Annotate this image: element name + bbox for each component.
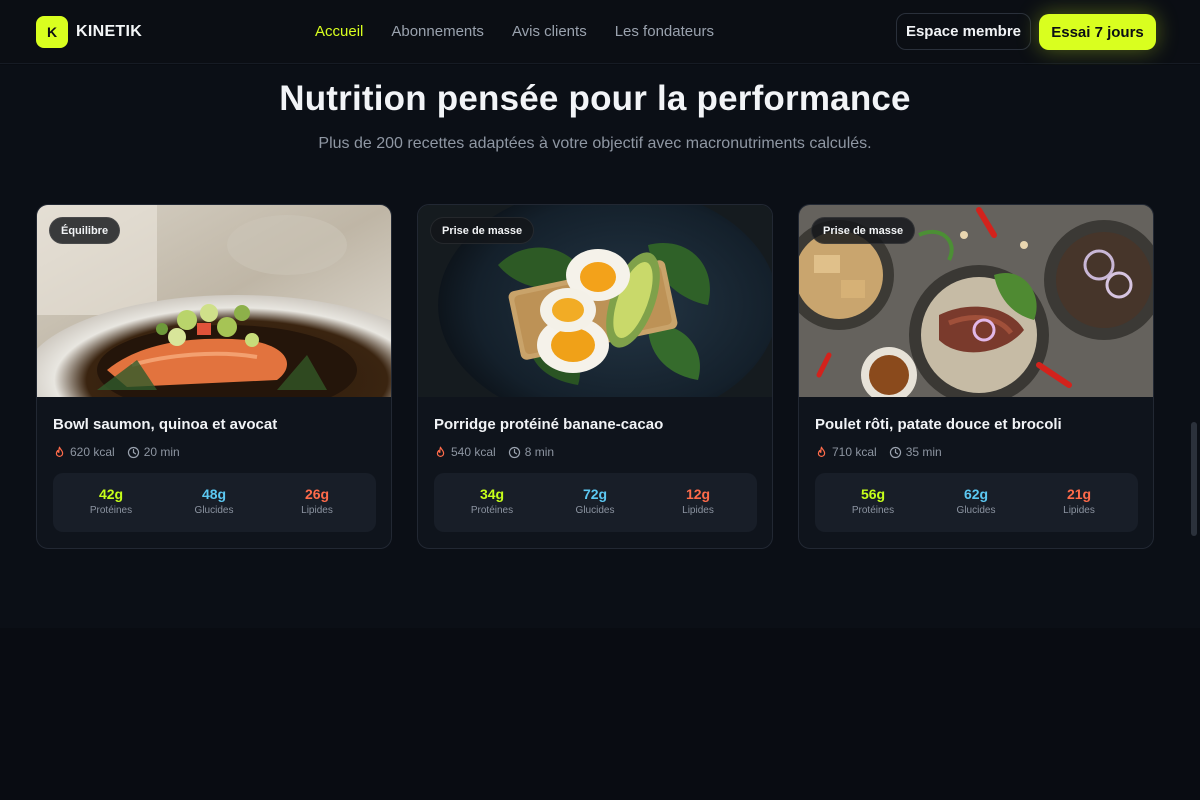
recipe-meta: 710 kcal 35 min bbox=[815, 445, 942, 459]
macro-proteins-label: Protéines bbox=[470, 505, 514, 516]
recipe-duration: 8 min bbox=[524, 445, 555, 459]
flame-icon bbox=[53, 446, 66, 459]
macro-fats: 12g Lipides bbox=[648, 486, 748, 516]
recipe-meta: 540 kcal 8 min bbox=[434, 445, 554, 459]
macro-fats-label: Lipides bbox=[1063, 505, 1095, 516]
recipe-goal-badge: Prise de masse bbox=[811, 217, 916, 244]
macro-carbs-label: Glucides bbox=[194, 505, 234, 516]
macro-proteins-value: 42g bbox=[98, 486, 124, 502]
clock-icon bbox=[508, 446, 521, 459]
flame-icon bbox=[815, 446, 828, 459]
recipe-card[interactable]: Équilibre Bowl saumon, quinoa et avocat … bbox=[36, 204, 392, 549]
macro-fats: 21g Lipides bbox=[1029, 486, 1129, 516]
nav-item-fondateurs[interactable]: Les fondateurs bbox=[615, 23, 714, 40]
macro-proteins: 34g Protéines bbox=[442, 486, 542, 516]
salmon-bowl-photo: Équilibre bbox=[37, 205, 391, 397]
recipe-card[interactable]: Prise de masse Porridge protéiné banane-… bbox=[417, 204, 773, 549]
nav-item-abonnements[interactable]: Abonnements bbox=[391, 23, 484, 40]
macro-carbs-label: Glucides bbox=[575, 505, 615, 516]
free-trial-button[interactable]: Essai 7 jours bbox=[1039, 14, 1156, 50]
macro-fats: 26g Lipides bbox=[267, 486, 367, 516]
recipe-calories: 540 kcal bbox=[451, 445, 496, 459]
macro-fats-label: Lipides bbox=[301, 505, 333, 516]
section-title: Nutrition pensée pour la performance bbox=[279, 79, 911, 118]
clock-icon bbox=[127, 446, 140, 459]
flame-icon bbox=[434, 446, 447, 459]
recipe-calories: 620 kcal bbox=[70, 445, 115, 459]
macro-carbs-value: 48g bbox=[201, 486, 227, 502]
macro-fats-value: 21g bbox=[1066, 486, 1092, 502]
macro-carbs: 48g Glucides bbox=[164, 486, 264, 516]
macros-panel: 34g Protéines 72g Glucides 12g Lipides bbox=[434, 473, 757, 532]
meat-plates-photo: Prise de masse bbox=[799, 205, 1153, 397]
macro-carbs: 72g Glucides bbox=[545, 486, 645, 516]
macro-carbs: 62g Glucides bbox=[926, 486, 1026, 516]
macro-fats-value: 26g bbox=[304, 486, 330, 502]
recipe-title: Bowl saumon, quinoa et avocat bbox=[53, 416, 278, 433]
egg-toast-photo: Prise de masse bbox=[418, 205, 772, 397]
main-nav: Accueil Abonnements Avis clients Les fon… bbox=[315, 23, 742, 40]
macro-proteins-value: 56g bbox=[860, 486, 886, 502]
recipe-calories: 710 kcal bbox=[832, 445, 877, 459]
recipe-duration: 35 min bbox=[905, 445, 942, 459]
recipe-goal-badge: Équilibre bbox=[49, 217, 121, 244]
recipe-goal-badge: Prise de masse bbox=[430, 217, 535, 244]
macro-proteins-label: Protéines bbox=[851, 505, 895, 516]
clock-icon bbox=[889, 446, 902, 459]
macro-proteins: 56g Protéines bbox=[823, 486, 923, 516]
top-nav-bar: K KINETIK Accueil Abonnements Avis clien… bbox=[0, 0, 1200, 64]
member-area-button[interactable]: Espace membre bbox=[896, 13, 1031, 50]
macro-carbs-value: 72g bbox=[582, 486, 608, 502]
section-subtitle: Plus de 200 recettes adaptées à votre ob… bbox=[318, 135, 872, 152]
brand-logo[interactable]: K KINETIK bbox=[36, 16, 142, 48]
macro-fats-label: Lipides bbox=[682, 505, 714, 516]
macro-carbs-label: Glucides bbox=[956, 505, 996, 516]
logo-mark-icon: K bbox=[36, 16, 68, 48]
nav-item-avis-clients[interactable]: Avis clients bbox=[512, 23, 587, 40]
recipe-duration: 20 min bbox=[143, 445, 180, 459]
recipe-card[interactable]: Prise de masse Poulet rôti, patate douce… bbox=[798, 204, 1154, 549]
recipe-title: Porridge protéiné banane-cacao bbox=[434, 416, 664, 433]
brand-name: KINETIK bbox=[76, 23, 143, 40]
macros-panel: 42g Protéines 48g Glucides 26g Lipides bbox=[53, 473, 376, 532]
nav-item-accueil[interactable]: Accueil bbox=[315, 23, 363, 40]
macro-proteins-label: Protéines bbox=[89, 505, 133, 516]
recipe-meta: 620 kcal 20 min bbox=[53, 445, 180, 459]
page-scrollbar[interactable] bbox=[1191, 422, 1197, 536]
macros-panel: 56g Protéines 62g Glucides 21g Lipides bbox=[815, 473, 1138, 532]
macro-proteins-value: 34g bbox=[479, 486, 505, 502]
recipe-title: Poulet rôti, patate douce et brocoli bbox=[815, 416, 1062, 433]
macro-fats-value: 12g bbox=[685, 486, 711, 502]
nutrition-section: Nutrition pensée pour la performance Plu… bbox=[0, 65, 1200, 628]
macro-carbs-value: 62g bbox=[963, 486, 989, 502]
macro-proteins: 42g Protéines bbox=[61, 486, 161, 516]
